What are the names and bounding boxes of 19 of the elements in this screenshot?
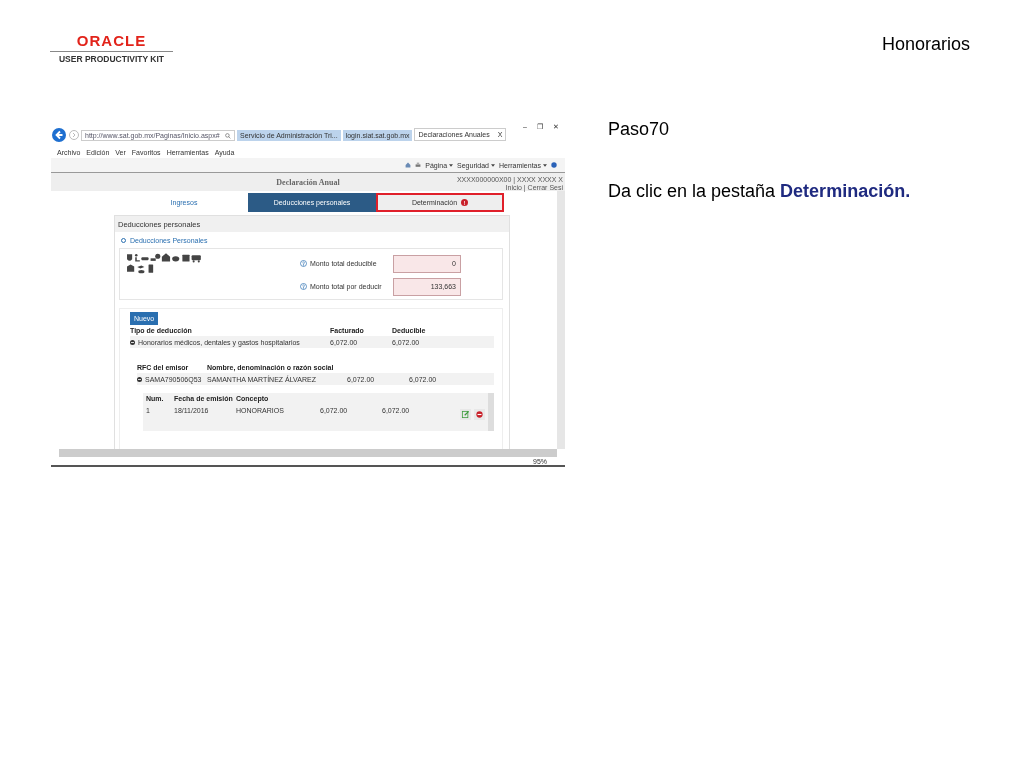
caret-icon[interactable] — [543, 163, 547, 167]
scrollbar[interactable] — [488, 393, 494, 431]
logo-text: ORACLE — [76, 33, 147, 49]
back-icon[interactable] — [52, 128, 66, 142]
collapse-icon[interactable] — [137, 376, 142, 382]
page-title: Honorarios — [881, 33, 970, 56]
delete-icon[interactable] — [474, 409, 485, 420]
step-label: Paso70 — [608, 119, 671, 140]
instruction-text: Da clic en la pestaña Determinación. — [608, 181, 911, 202]
scrollbar[interactable] — [557, 191, 565, 449]
page-heading: Declaración Anual — [276, 177, 340, 187]
scrollbar[interactable] — [59, 449, 557, 457]
logo-subtitle: USER PRODUCTIVITY KIT — [58, 54, 165, 64]
edit-icon[interactable] — [460, 409, 471, 420]
printer-icon[interactable] — [415, 162, 422, 168]
caret-icon[interactable] — [449, 163, 454, 167]
caret-icon[interactable] — [491, 163, 495, 167]
collapse-icon[interactable] — [130, 339, 135, 345]
home-icon[interactable] — [405, 162, 412, 168]
